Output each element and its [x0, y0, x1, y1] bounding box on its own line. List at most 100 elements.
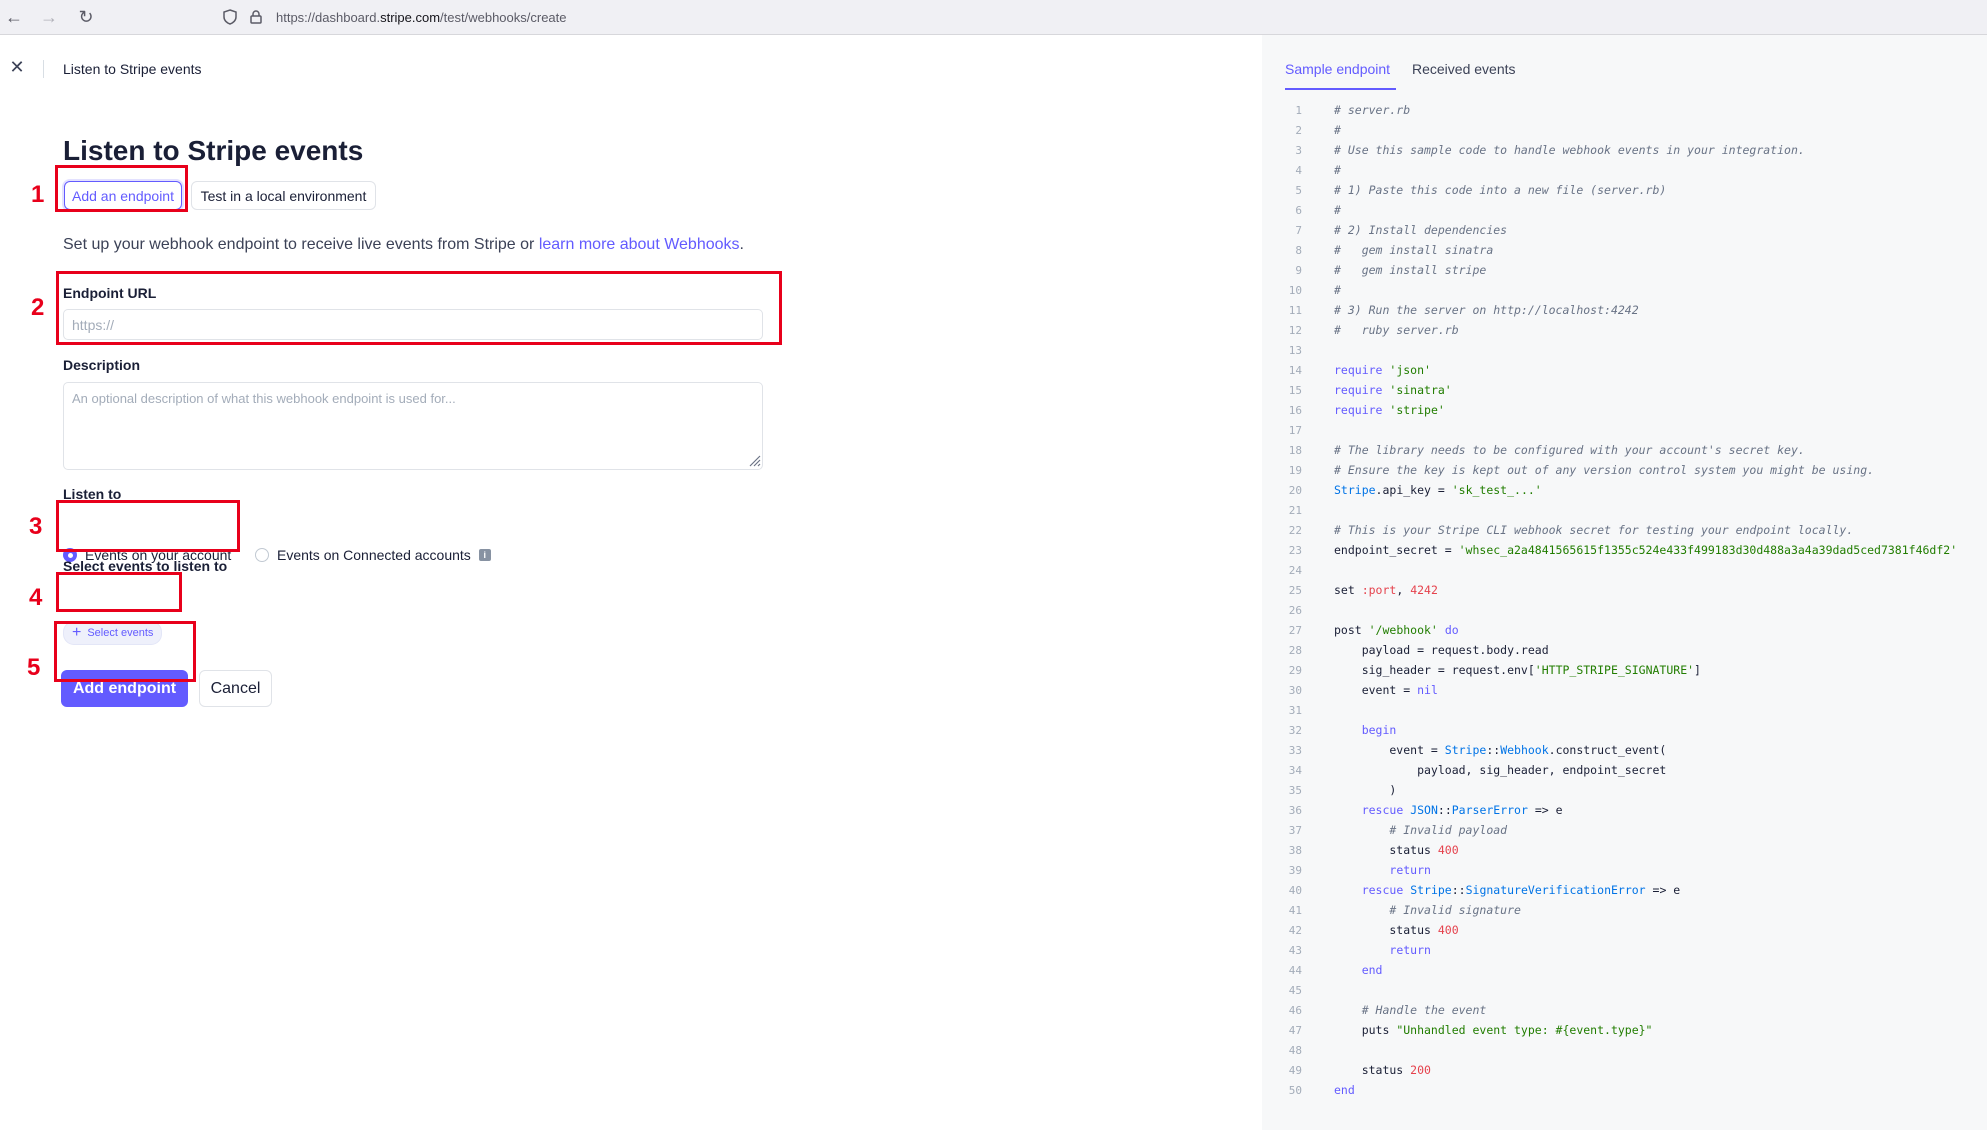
- annotation-number-2: 2: [31, 294, 45, 321]
- code-token: # The library needs to be configured wit…: [1334, 443, 1805, 457]
- code-token: # 1) Paste this code into a new file (se…: [1334, 183, 1667, 197]
- code-token: 'sinatra': [1389, 383, 1452, 397]
- code-line: 35 ): [1262, 780, 1987, 800]
- code-token: status: [1334, 843, 1438, 857]
- code-token: post: [1334, 623, 1369, 637]
- code-line: 18 # The library needs to be configured w…: [1262, 440, 1987, 460]
- line-number: 22: [1288, 523, 1302, 537]
- code-token: # Handle the event: [1361, 1003, 1487, 1017]
- code-block: 1 # server.rb 2 #3 # Use this sample code to…: [1262, 100, 1987, 1100]
- code-line: 4 #: [1262, 160, 1987, 180]
- code-token: status: [1334, 1063, 1411, 1077]
- resize-grip-icon[interactable]: [747, 453, 761, 467]
- code-line: 13: [1262, 340, 1987, 360]
- code-token: endpoint_secret =: [1334, 543, 1459, 557]
- back-icon[interactable]: ←: [1, 4, 27, 30]
- code-token: 400: [1437, 923, 1459, 937]
- line-number: 39: [1288, 863, 1302, 877]
- browser-toolbar: ← → ↻ https://dashboard.stripe.com/test/…: [0, 0, 1987, 35]
- page-title: Listen to Stripe events: [63, 135, 364, 166]
- line-number: 21: [1288, 503, 1302, 517]
- annotation-box-3: [56, 500, 240, 552]
- code-line: 7 # 2) Install dependencies: [1262, 220, 1987, 240]
- code-token: puts: [1334, 1023, 1397, 1037]
- code-token: end: [1361, 963, 1383, 977]
- code-token: SignatureVerificationError: [1465, 883, 1646, 897]
- pane-header: ✕ Listen to Stripe events: [0, 35, 1262, 105]
- line-number: 14: [1288, 363, 1302, 377]
- code-line: 46 # Handle the event: [1262, 1000, 1987, 1020]
- code-line: 50 end: [1262, 1080, 1987, 1100]
- shield-icon[interactable]: [218, 5, 242, 29]
- code-line: 10 #: [1262, 280, 1987, 300]
- code-token: # Invalid signature: [1389, 903, 1521, 917]
- header-title: Listen to Stripe events: [63, 61, 202, 77]
- code-line: 36 rescue JSON:: ParserError => e: [1262, 800, 1987, 820]
- code-token: 'stripe': [1389, 403, 1445, 417]
- code-line: 21: [1262, 500, 1987, 520]
- code-line: 37 # Invalid payload: [1262, 820, 1987, 840]
- code-line: 41 # Invalid signature: [1262, 900, 1987, 920]
- line-number: 16: [1288, 403, 1302, 417]
- code-token: ::: [1437, 803, 1452, 817]
- line-number: 47: [1288, 1023, 1302, 1037]
- reload-icon[interactable]: ↻: [73, 4, 99, 30]
- code-token: # Use this sample code to handle webhook…: [1334, 143, 1805, 157]
- line-number: 46: [1288, 1003, 1302, 1017]
- radio-unselected-icon[interactable]: [255, 548, 269, 562]
- line-number: 9: [1295, 263, 1302, 277]
- address-bar[interactable]: https://dashboard.stripe.com/test/webhoo…: [218, 3, 1987, 31]
- code-line: 48: [1262, 1040, 1987, 1060]
- cancel-button[interactable]: Cancel: [199, 670, 272, 707]
- lock-icon[interactable]: [244, 5, 268, 29]
- forward-icon[interactable]: →: [36, 4, 62, 30]
- code-line: 23 endpoint_secret = 'whsec_a2a4841565615…: [1262, 540, 1987, 560]
- code-token: # gem install sinatra: [1334, 243, 1494, 257]
- close-icon[interactable]: ✕: [8, 57, 26, 81]
- code-line: 30 event = nil: [1262, 680, 1987, 700]
- description-textarea[interactable]: [63, 382, 763, 470]
- code-token: return: [1389, 943, 1431, 957]
- code-token: # server.rb: [1334, 103, 1411, 117]
- line-number: 30: [1288, 683, 1302, 697]
- line-number: 49: [1288, 1063, 1302, 1077]
- radio-events-connected[interactable]: Events on Connected accounts i: [255, 547, 491, 563]
- line-number: 5: [1295, 183, 1302, 197]
- code-token: #: [1334, 163, 1341, 177]
- code-token: status: [1334, 923, 1438, 937]
- info-icon[interactable]: i: [478, 549, 491, 561]
- line-number: 37: [1288, 823, 1302, 837]
- line-number: 31: [1288, 703, 1302, 717]
- code-line: 8 # gem install sinatra: [1262, 240, 1987, 260]
- code-line: 2 #: [1262, 120, 1987, 140]
- code-token: event =: [1334, 743, 1445, 757]
- tab-received-events[interactable]: Received events: [1412, 61, 1516, 77]
- annotation-number-4: 4: [29, 584, 43, 611]
- line-number: 7: [1295, 223, 1302, 237]
- code-token: require: [1334, 383, 1383, 397]
- tab-test-local[interactable]: Test in a local environment: [191, 181, 376, 210]
- code-token: 'whsec_a2a4841565615f1355c524e433f499183…: [1458, 543, 1958, 557]
- tab-sample-endpoint[interactable]: Sample endpoint: [1285, 61, 1390, 77]
- code-line: 15 require 'sinatra': [1262, 380, 1987, 400]
- code-line: 16 require 'stripe': [1262, 400, 1987, 420]
- code-line: 40 rescue Stripe:: SignatureVerificationE…: [1262, 880, 1987, 900]
- code-token: Webhook: [1500, 743, 1549, 757]
- code-token: # 2) Install dependencies: [1334, 223, 1508, 237]
- code-token: # This is your Stripe CLI webhook secret…: [1334, 523, 1854, 537]
- code-line: 29 sig_header = request.env['HTTP_STRIPE…: [1262, 660, 1987, 680]
- code-line: 34 payload, sig_header, endpoint_secret: [1262, 760, 1987, 780]
- code-line: 26: [1262, 600, 1987, 620]
- code-token: rescue: [1361, 803, 1404, 817]
- line-number: 41: [1288, 903, 1302, 917]
- line-number: 2: [1295, 123, 1302, 137]
- code-token: "Unhandled event type: #{event.type}": [1396, 1023, 1653, 1037]
- code-token: rescue: [1361, 883, 1404, 897]
- code-token: :port: [1361, 583, 1397, 597]
- webhooks-docs-link[interactable]: learn more about Webhooks: [539, 236, 740, 253]
- code-line: 47 puts "Unhandled event type: #{event.t…: [1262, 1020, 1987, 1040]
- line-number: 18: [1288, 443, 1302, 457]
